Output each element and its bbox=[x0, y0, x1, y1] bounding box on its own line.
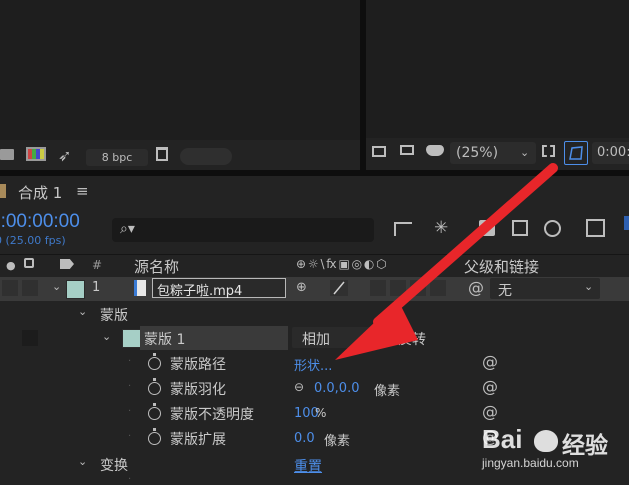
baidu-watermark: Bai 经验 jingyan.baidu.com bbox=[482, 424, 629, 484]
watermark-brand: Bai bbox=[482, 424, 523, 454]
red-annotation-arrow bbox=[335, 163, 558, 360]
watermark-brand-suffix: 经验 bbox=[562, 433, 608, 459]
paw-logo-icon bbox=[534, 430, 558, 452]
watermark-url: jingyan.baidu.com bbox=[482, 456, 579, 470]
